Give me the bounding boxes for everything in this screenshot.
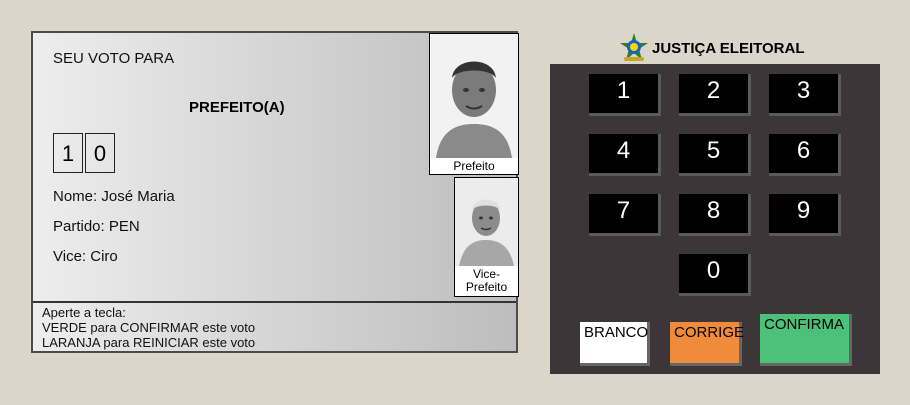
coat-of-arms-icon — [620, 33, 648, 61]
instruction-line: VERDE para CONFIRMAR este voto — [42, 320, 256, 335]
instruction-line: Aperte a tecla: — [42, 305, 126, 320]
instruction-line: LARANJA para REINICIAR este voto — [42, 335, 256, 350]
candidate-name: Nome: José Maria — [53, 188, 175, 205]
keypad: 1 2 3 4 5 6 7 8 9 0 BRANCO CORRIGE CONFI… — [550, 64, 880, 374]
vice-photo-caption-2: Prefeito — [465, 280, 508, 294]
key-8[interactable]: 8 — [679, 194, 751, 236]
confirma-button[interactable]: CONFIRMA — [760, 314, 852, 366]
key-1[interactable]: 1 — [589, 74, 661, 116]
key-9[interactable]: 9 — [769, 194, 841, 236]
candidate-party: Partido: PEN — [53, 218, 140, 235]
candidate-photo: Prefeito — [429, 33, 519, 175]
key-7[interactable]: 7 — [589, 194, 661, 236]
key-2[interactable]: 2 — [679, 74, 751, 116]
number-digit-1: 1 — [53, 133, 83, 173]
number-digit-2: 0 — [85, 133, 115, 173]
vice-photo: Vice- Prefeito — [454, 177, 519, 297]
branco-button[interactable]: BRANCO — [580, 322, 650, 366]
candidate-photo-caption: Prefeito — [453, 159, 495, 173]
key-4[interactable]: 4 — [589, 134, 661, 176]
corrige-button[interactable]: CORRIGE — [670, 322, 744, 366]
candidate-portrait-image — [430, 34, 518, 158]
brand-title: JUSTIÇA ELEITORAL — [652, 39, 805, 57]
voting-machine: SEU VOTO PARA PREFEITO(A) 1 0 Nome: José… — [0, 0, 910, 405]
key-5[interactable]: 5 — [679, 134, 751, 176]
key-0[interactable]: 0 — [679, 254, 751, 296]
vice-portrait-image — [455, 178, 518, 266]
brand-header: JUSTIÇA ELEITORAL — [618, 32, 805, 64]
vote-for-label: SEU VOTO PARA — [53, 50, 175, 67]
candidate-number: 1 0 — [53, 133, 117, 173]
key-6[interactable]: 6 — [769, 134, 841, 176]
candidate-vice: Vice: Ciro — [53, 248, 118, 265]
key-3[interactable]: 3 — [769, 74, 841, 116]
office-title: PREFEITO(A) — [189, 99, 285, 116]
ballot-screen: SEU VOTO PARA PREFEITO(A) 1 0 Nome: José… — [31, 31, 519, 353]
instructions-panel: Aperte a tecla: VERDE para CONFIRMAR est… — [33, 301, 516, 353]
